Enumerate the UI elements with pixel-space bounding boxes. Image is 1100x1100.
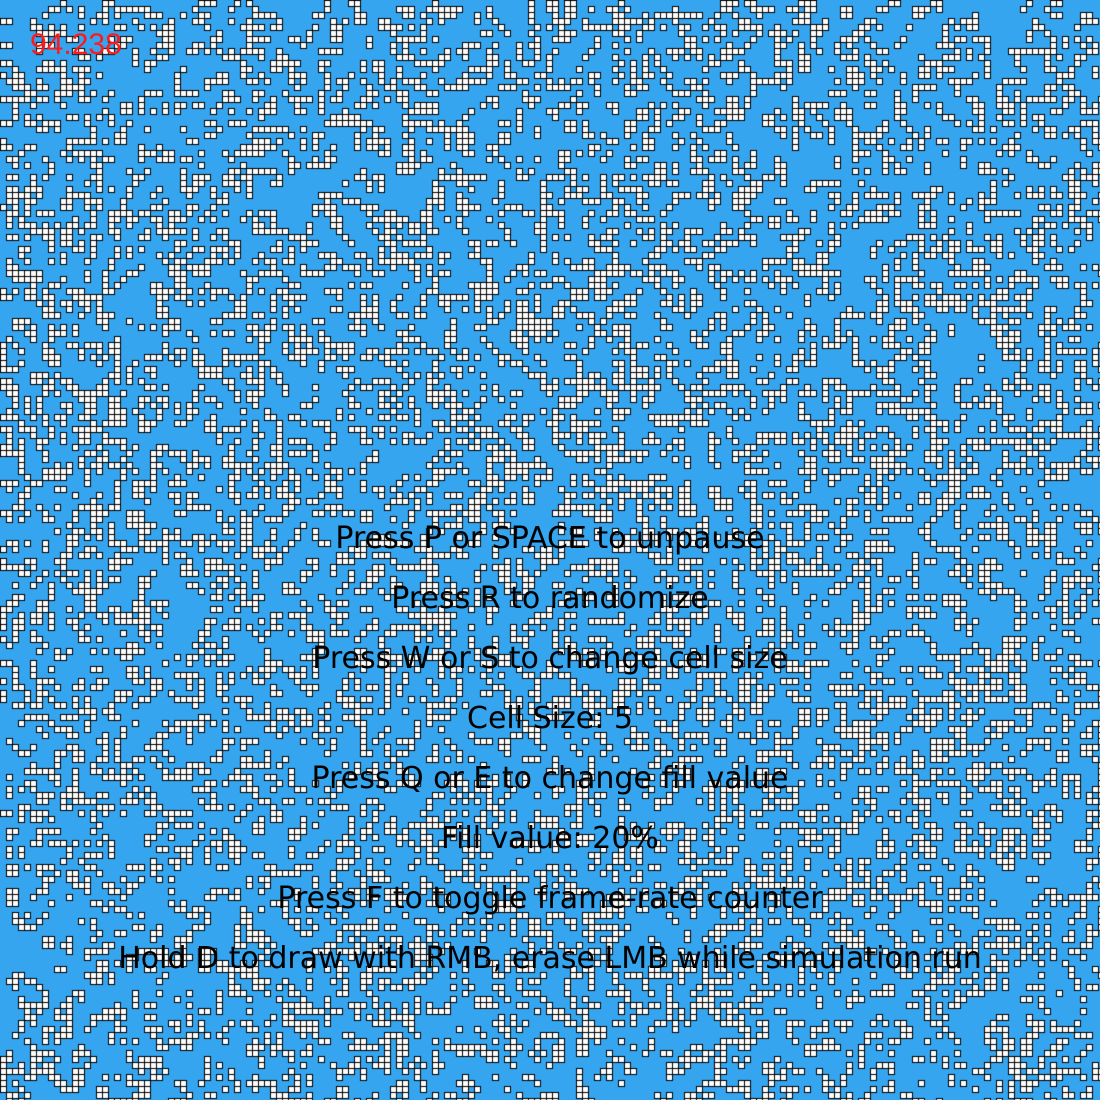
instructions-overlay: Press P or SPACE to unpause Press R to r… bbox=[0, 521, 1100, 1001]
frame-rate-counter: 94.238 bbox=[30, 28, 122, 61]
randomize-instruction: Press R to randomize bbox=[391, 581, 709, 616]
fill-value-value: Fill value: 20% bbox=[441, 821, 659, 856]
fps-toggle-instruction: Press F to toggle frame-rate counter bbox=[277, 881, 823, 916]
cell-size-instruction: Press W or S to change cell size bbox=[312, 641, 788, 676]
fill-value-instruction: Press Q or E to change fill value bbox=[311, 761, 789, 796]
game-of-life-window[interactable]: 94.238 Press P or SPACE to unpause Press… bbox=[0, 0, 1100, 1100]
unpause-instruction: Press P or SPACE to unpause bbox=[335, 521, 765, 556]
cell-size-value: Cell Size: 5 bbox=[467, 701, 633, 736]
draw-erase-instruction: Hold D to draw with RMB, erase LMB while… bbox=[118, 941, 982, 976]
